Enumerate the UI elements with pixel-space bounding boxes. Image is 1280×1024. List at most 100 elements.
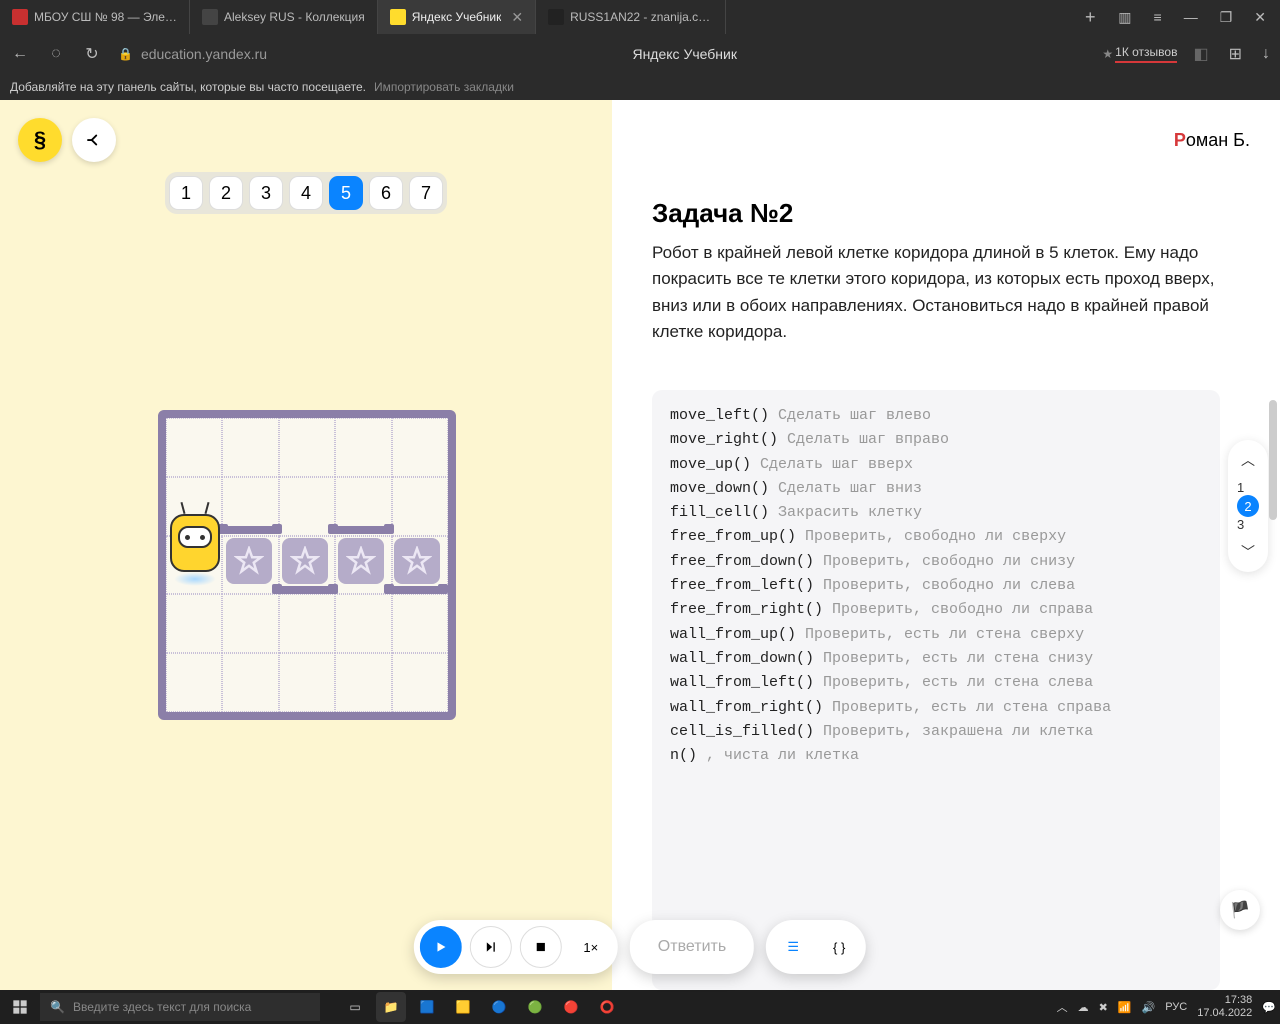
maximize-button[interactable]: ❐: [1220, 9, 1233, 26]
yandex-icon[interactable]: ◌: [46, 45, 66, 63]
command-line: move_down() Сделать шаг вниз: [670, 477, 1202, 501]
tray-x-icon[interactable]: ✖: [1099, 1001, 1108, 1014]
bookmark-hint: Добавляйте на эту панель сайты, которые …: [10, 80, 366, 94]
pager-7[interactable]: 7: [409, 176, 443, 210]
scrollbar[interactable]: [1266, 200, 1280, 956]
import-bookmarks-link[interactable]: Импортировать закладки: [374, 80, 514, 94]
browser-tab-2[interactable]: Яндекс Учебник ✕: [378, 0, 536, 34]
subtask-3[interactable]: 3: [1237, 517, 1259, 532]
command-line: wall_from_right() Проверить, есть ли сте…: [670, 696, 1202, 720]
browser-tab-0[interactable]: МБОУ СШ № 98 — Электр: [0, 0, 190, 34]
task-panel: Роман Б. Задача №2 Робот в крайней левой…: [612, 100, 1280, 990]
task-description: Робот в крайней левой клетке коридора дл…: [652, 240, 1220, 345]
reviews-badge[interactable]: ★ 1К отзывов: [1102, 45, 1177, 63]
command-line: wall_from_down() Проверить, есть ли стен…: [670, 647, 1202, 671]
tray-wifi-icon[interactable]: 📶: [1118, 1001, 1132, 1014]
pager-2[interactable]: 2: [209, 176, 243, 210]
browser-tab-3[interactable]: RUSS1AN22 - znanija.com: [536, 0, 726, 34]
star-icon: ★: [1102, 47, 1113, 61]
browser-titlebar: МБОУ СШ № 98 — Электр Aleksey RUS - Колле…: [0, 0, 1280, 34]
username[interactable]: Роман Б.: [1174, 130, 1250, 151]
tab-favicon: [202, 9, 218, 25]
pager-3[interactable]: 3: [249, 176, 283, 210]
speed-button[interactable]: 1×: [570, 926, 612, 968]
target-cell: [394, 538, 440, 584]
tray-volume-icon[interactable]: 🔊: [1142, 1001, 1156, 1014]
command-line: move_up() Сделать шаг вверх: [670, 453, 1202, 477]
close-button[interactable]: ✕: [1254, 9, 1266, 26]
url-text: education.yandex.ru: [141, 46, 267, 62]
page-title: Яндекс Учебник: [632, 46, 736, 62]
command-line: wall_from_up() Проверить, есть ли стена …: [670, 623, 1202, 647]
new-tab-button[interactable]: +: [1076, 7, 1104, 28]
game-panel: § 1234567: [0, 100, 612, 990]
tab-favicon: [390, 9, 406, 25]
taskbar-app-3[interactable]: 🟨: [448, 992, 478, 1022]
command-line: free_from_down() Проверить, свободно ли …: [670, 550, 1202, 574]
taskbar-clock[interactable]: 17:38 17.04.2022: [1197, 994, 1252, 1020]
text-view-button[interactable]: ☰: [772, 926, 814, 968]
tray-lang[interactable]: РУС: [1165, 1001, 1187, 1013]
subtask-2[interactable]: 2: [1237, 495, 1259, 517]
tab-favicon: [548, 9, 564, 25]
address-bar[interactable]: 🔒 education.yandex.ru: [118, 46, 267, 62]
chevron-up-icon[interactable]: ︿: [1241, 450, 1255, 470]
bookmark-icon[interactable]: ◧: [1193, 44, 1208, 64]
robot-field: [158, 410, 456, 720]
lock-icon: 🔒: [118, 47, 133, 61]
browser-tab-1[interactable]: Aleksey RUS - Коллекция: [190, 0, 378, 34]
chevron-down-icon[interactable]: ﹀: [1241, 542, 1255, 562]
tray-cloud-icon[interactable]: ☁: [1078, 1001, 1089, 1014]
back-button[interactable]: [72, 118, 116, 162]
command-line: move_left() Сделать шаг влево: [670, 404, 1202, 428]
search-placeholder: Введите здесь текст для поиска: [73, 1000, 251, 1014]
taskbar-app-7[interactable]: ⭕: [592, 992, 622, 1022]
window-controls: ▥ ≡ ― ❐ ✕: [1104, 9, 1280, 26]
taskbar-app-2[interactable]: 🟦: [412, 992, 442, 1022]
tray-chevron-icon[interactable]: ︿: [1057, 999, 1068, 1015]
command-line: free_from_up() Проверить, свободно ли св…: [670, 525, 1202, 549]
tab-favicon: [12, 9, 28, 25]
step-button[interactable]: [470, 926, 512, 968]
page-content: § 1234567: [0, 100, 1280, 990]
stop-button[interactable]: [520, 926, 562, 968]
extensions-icon[interactable]: ⊞: [1229, 44, 1242, 64]
pager-6[interactable]: 6: [369, 176, 403, 210]
task-view-icon[interactable]: ▭: [340, 992, 370, 1022]
target-cell: [338, 538, 384, 584]
command-line: n() , чиста ли клетка: [670, 744, 1202, 768]
tab-label: Яндекс Учебник: [412, 10, 502, 24]
menu-icon[interactable]: ≡: [1154, 9, 1162, 25]
code-view-button[interactable]: { }: [818, 926, 860, 968]
downloads-icon[interactable]: ↓: [1262, 45, 1270, 63]
command-line: free_from_right() Проверить, свободно ли…: [670, 598, 1202, 622]
taskbar-search[interactable]: 🔍 Введите здесь текст для поиска: [40, 993, 320, 1021]
minimize-button[interactable]: ―: [1184, 9, 1198, 25]
tray-notifications-icon[interactable]: 💬: [1262, 1001, 1276, 1014]
play-button[interactable]: [420, 926, 462, 968]
command-line: fill_cell() Закрасить клетку: [670, 501, 1202, 525]
pager-4[interactable]: 4: [289, 176, 323, 210]
reload-button[interactable]: ↻: [82, 44, 102, 64]
sidebar-icon[interactable]: ▥: [1118, 9, 1131, 26]
app-logo[interactable]: §: [18, 118, 62, 162]
tab-label: МБОУ СШ № 98 — Электр: [34, 10, 177, 24]
pager-1[interactable]: 1: [169, 176, 203, 210]
command-line: cell_is_filled() Проверить, закрашена ли…: [670, 720, 1202, 744]
taskbar-app-6[interactable]: 🔴: [556, 992, 586, 1022]
pager-5[interactable]: 5: [329, 176, 363, 210]
command-reference: move_left() Сделать шаг влевоmove_right(…: [652, 390, 1220, 990]
taskbar-app-4[interactable]: 🔵: [484, 992, 514, 1022]
taskbar-app-1[interactable]: 📁: [376, 992, 406, 1022]
subtask-1[interactable]: 1: [1237, 480, 1259, 495]
answer-button[interactable]: Ответить: [630, 920, 754, 974]
report-button[interactable]: 🏴: [1220, 890, 1260, 930]
target-cell: [226, 538, 272, 584]
task-pager: 1234567: [165, 172, 447, 214]
tab-close-icon[interactable]: ✕: [511, 9, 523, 26]
robot: [170, 510, 220, 576]
taskbar-app-5[interactable]: 🟢: [520, 992, 550, 1022]
nav-back-button[interactable]: ←: [10, 45, 30, 63]
search-icon: 🔍: [50, 1000, 65, 1014]
start-button[interactable]: [0, 999, 40, 1015]
